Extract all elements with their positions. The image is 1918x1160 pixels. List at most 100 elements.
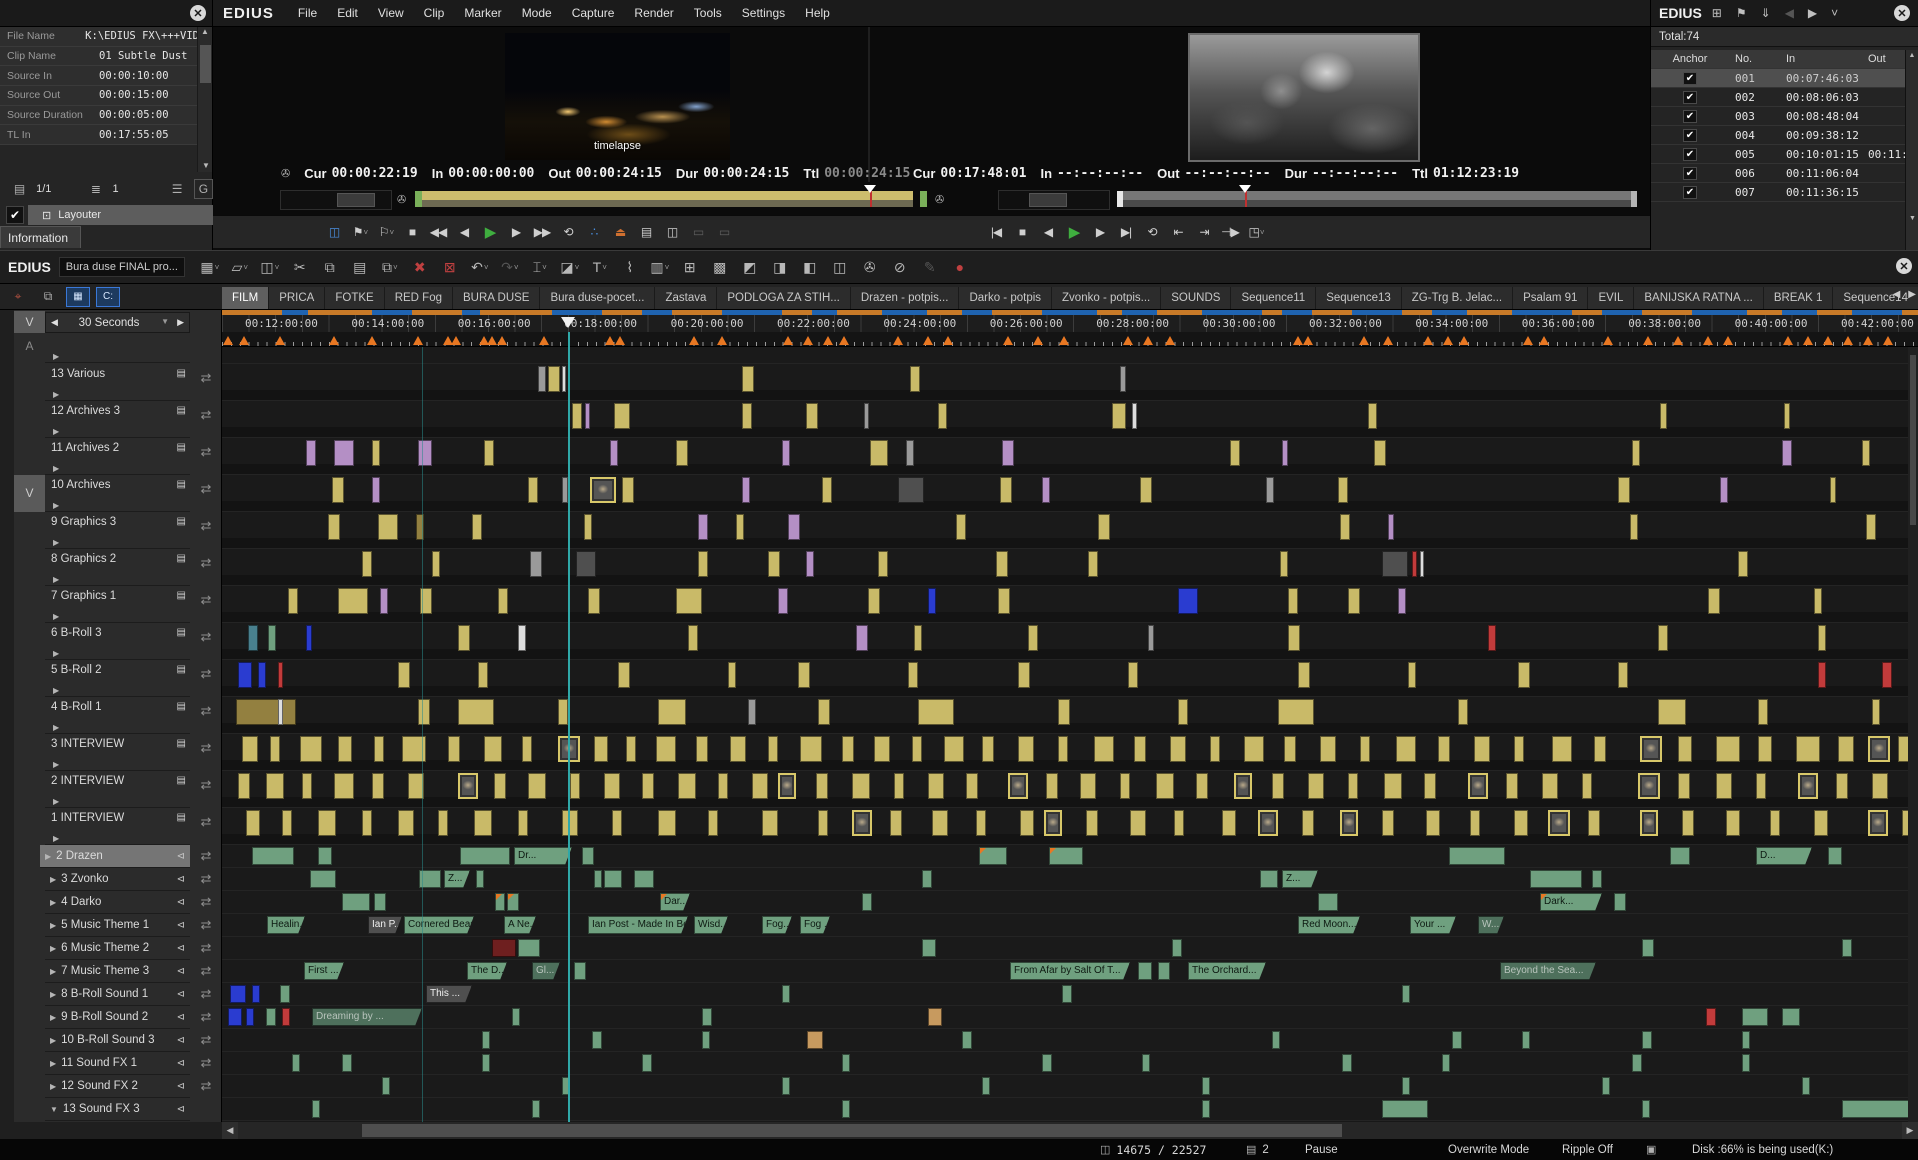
timeline-clip[interactable] [1836,773,1848,799]
timeline-clip[interactable] [270,736,280,762]
audio-clip[interactable] [1452,1031,1462,1049]
timeline-clip[interactable] [1408,662,1416,688]
audio-clip[interactable] [460,847,510,865]
track-sync-icon[interactable]: ⇄ [190,986,222,1002]
timeline-clip[interactable] [1618,477,1630,503]
timeline-clip[interactable] [1044,810,1062,836]
marker-list-icon[interactable]: ⊞ [1712,6,1722,20]
timeline-clip[interactable] [522,736,532,762]
audio-clip[interactable] [230,985,246,1003]
timeline-clip[interactable] [1282,440,1288,466]
play-button[interactable]: ▶ [477,220,503,244]
audio-clip[interactable] [482,1031,490,1049]
sequence-marker-icon[interactable] [1303,336,1313,345]
timeline-clip[interactable] [528,773,546,799]
tab-sounds[interactable]: SOUNDS [1161,287,1231,309]
timeline-clip[interactable] [306,625,312,651]
timeline-clip[interactable] [372,773,384,799]
audio-clip[interactable] [594,870,602,888]
menu-item-settings[interactable]: Settings [732,6,795,20]
timeline-clip[interactable] [1838,736,1854,762]
timeline-clip[interactable] [1658,625,1668,651]
zoom-next-icon[interactable]: ▶ [177,317,184,328]
timeline-cursor-icon[interactable]: ⌖ [6,287,30,307]
sequence-marker-icon[interactable] [839,336,849,345]
audio-clip[interactable] [1318,893,1338,911]
track-row-3-zvonko[interactable]: Z...Z... [222,868,1918,891]
timeline-clip[interactable] [1284,736,1296,762]
expand-icon[interactable]: ▶ [50,875,56,884]
timeline-clip[interactable] [1548,810,1570,836]
menu-item-edit[interactable]: Edit [327,6,368,20]
timeline-clip[interactable] [626,736,636,762]
tab-banijska-ratna-[interactable]: BANIJSKA RATNA ... [1634,287,1763,309]
audio-clip[interactable] [374,893,386,911]
track-row-13-various[interactable] [222,364,1918,401]
timeline-clip[interactable] [928,773,944,799]
timeline-tracks[interactable]: Dr...D...Z...Z...Dar...Dark...Healin...I… [222,347,1918,1122]
expand-icon[interactable]: ▶ [50,1036,56,1045]
timeline-clip[interactable] [1368,403,1377,429]
timeline-clip[interactable] [1660,403,1667,429]
audio-clip[interactable]: Beyond the Sea... [1500,962,1596,980]
prev-frame-button[interactable]: ◀ [451,220,477,244]
timeline-clip[interactable] [585,403,590,429]
track-sync-icon[interactable]: ⇄ [190,518,222,534]
timeline-clip[interactable] [698,551,708,577]
timeline-clip[interactable] [842,736,854,762]
scroll-left-icon[interactable]: ◀ [222,1122,238,1139]
recorder-position-bar[interactable] [1117,191,1637,207]
sequence-marker-icon[interactable] [943,336,953,345]
timeline-clip[interactable] [1320,736,1336,762]
timeline-clip[interactable] [852,773,870,799]
menu-item-file[interactable]: File [288,6,327,20]
track-sync-icon[interactable]: ⇄ [190,703,222,719]
timeline-clip[interactable] [742,403,752,429]
timeline-clip[interactable] [806,551,814,577]
timeline-clip[interactable] [1872,773,1888,799]
timeline-clip[interactable] [300,736,322,762]
track-header-4-b-roll-1[interactable]: 4 B-Roll 1▤▶ [45,697,190,734]
timeline-clip[interactable] [238,773,250,799]
track-header-8-b-roll-sound-1[interactable]: ▶8 B-Roll Sound 1⊲ [45,983,190,1006]
timeline-clip[interactable] [282,810,292,836]
marker-row[interactable]: ✔00500:10:01:1500:11:0 [1651,145,1905,164]
track-row-12-archives-3[interactable] [222,401,1918,438]
timeline-clip[interactable] [242,736,258,762]
timeline-clip[interactable] [782,440,790,466]
timeline-clip[interactable] [698,514,708,540]
track-header-5-b-roll-2[interactable]: 5 B-Roll 2▤▶ [45,660,190,697]
set-out-button[interactable]: ⚐˅ [373,220,399,244]
list-view-icon[interactable]: ☰ [166,179,189,199]
expand-icon[interactable]: ▶ [50,898,56,907]
sequence-marker-icon[interactable] [605,336,615,345]
anchor-checkbox[interactable]: ✔ [1683,167,1697,180]
timeline-clip[interactable] [898,477,924,503]
sequence-marker-icon[interactable] [497,336,507,345]
expand-icon[interactable]: ▶ [53,575,59,584]
sequence-marker-icon[interactable] [689,336,699,345]
column-header-no.[interactable]: No. [1729,53,1784,65]
audio-clip[interactable] [507,893,519,911]
sequence-marker-icon[interactable] [823,336,833,345]
timeline-clip[interactable] [914,625,922,651]
timeline-clip[interactable] [458,699,494,725]
tab-podloga-za-stih-[interactable]: PODLOGA ZA STIH... [717,287,850,309]
timeline-clip[interactable] [1818,625,1826,651]
timeline-clip[interactable] [1814,810,1828,836]
timeline-clip[interactable] [288,588,298,614]
timeline-clip[interactable] [1678,773,1690,799]
timeline-clip[interactable] [1618,662,1628,688]
close-icon[interactable]: ✕ [190,5,206,21]
timeline-clip[interactable] [1360,736,1370,762]
timeline-clip[interactable] [618,662,630,688]
audio-clip[interactable] [318,847,332,865]
next-frame-button[interactable]: ▶ [503,220,529,244]
audio-clip[interactable] [1530,870,1582,888]
timeline-clip[interactable] [1132,403,1137,429]
timeline-clip[interactable] [478,662,488,688]
timeline-clip[interactable] [258,662,266,688]
timeline-clip[interactable] [484,440,494,466]
timeline-clip[interactable] [1130,810,1146,836]
timeline-clip[interactable] [448,736,460,762]
